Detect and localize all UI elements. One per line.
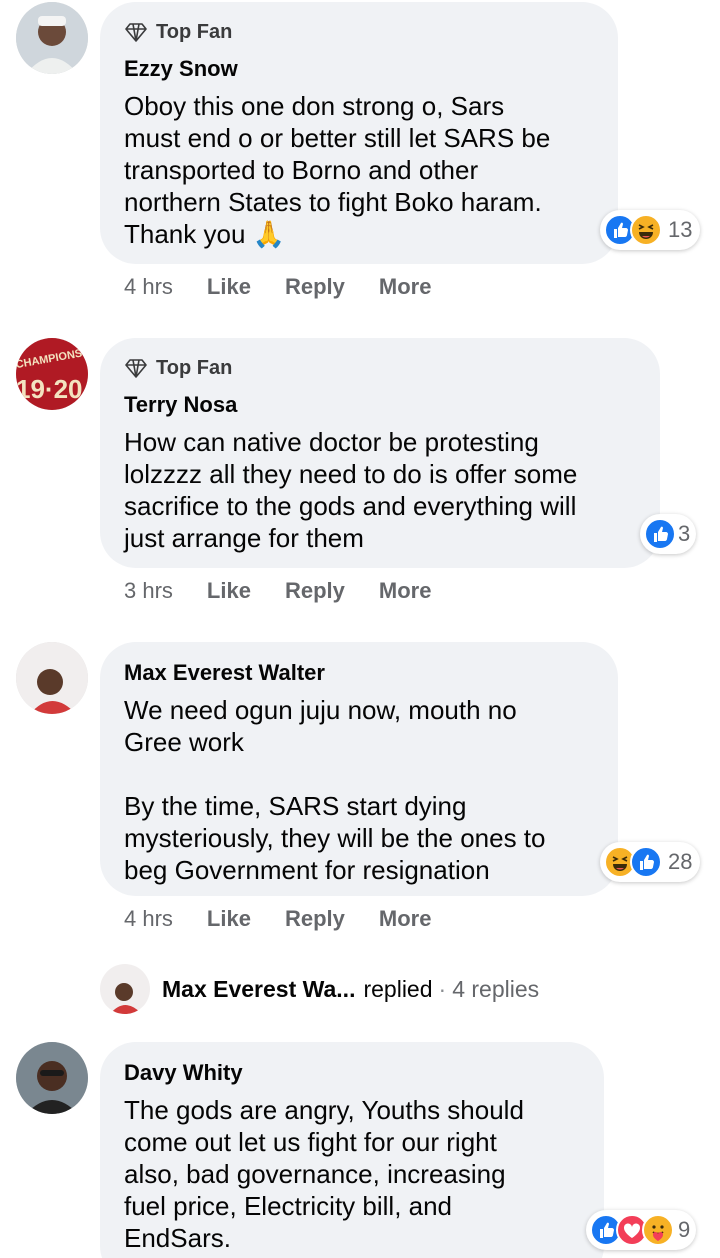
reaction-count: 9 <box>678 1217 691 1242</box>
folded-hands-emoji: 🙏 <box>252 219 286 249</box>
reply-count: 4 replies <box>452 975 540 1002</box>
thumbs-up-icon <box>644 518 676 550</box>
comment-author[interactable]: Ezzy Snow <box>124 56 594 82</box>
reaction-summary[interactable]: 28 <box>600 842 701 882</box>
timestamp[interactable]: 4 hrs <box>124 274 173 300</box>
reply-button[interactable]: Reply <box>285 274 345 300</box>
replied-label: replied <box>363 975 433 1002</box>
svg-text:19·20: 19·20 <box>16 374 83 404</box>
comment-actions: 4 hrs Like Reply More <box>124 272 431 302</box>
diamond-icon <box>125 359 147 378</box>
badge-label: Top Fan <box>156 20 233 43</box>
avatar[interactable] <box>16 642 88 714</box>
care-hug-icon <box>642 1214 674 1246</box>
comment-text: We need ogun juju now, mouth no Gree wor… <box>124 695 546 885</box>
comment-author[interactable]: Max Everest Walter <box>124 660 594 686</box>
comment-author[interactable]: Terry Nosa <box>124 392 636 418</box>
reaction-summary[interactable]: 9 <box>586 1210 697 1250</box>
more-button[interactable]: More <box>379 906 432 932</box>
like-button[interactable]: Like <box>207 578 251 604</box>
more-button[interactable]: More <box>379 578 432 604</box>
separator-dot: · <box>438 975 447 1002</box>
reply-author: Max Everest Wa... <box>162 975 356 1002</box>
comment-text: The gods are angry, Youths should come o… <box>124 1095 524 1253</box>
timestamp[interactable]: 3 hrs <box>124 578 173 604</box>
comment-bubble: Max Everest Walter We need ogun juju now… <box>100 642 618 896</box>
avatar[interactable] <box>16 2 88 74</box>
view-replies-row[interactable]: Max Everest Wa... replied · 4 replies <box>100 964 539 1014</box>
reaction-count: 3 <box>678 521 691 546</box>
like-button[interactable]: Like <box>207 906 251 932</box>
comment-text: Oboy this one don strong o, Sars must en… <box>124 91 551 249</box>
timestamp[interactable]: 4 hrs <box>124 906 173 932</box>
diamond-icon <box>125 23 147 42</box>
reaction-summary[interactable]: 13 <box>600 210 701 250</box>
comment-bubble: Davy Whity The gods are angry, Youths sh… <box>100 1042 604 1258</box>
comment-actions: 4 hrs Like Reply More <box>124 904 431 934</box>
reaction-count: 13 <box>668 217 693 242</box>
badge-label: Top Fan <box>156 356 233 379</box>
avatar[interactable]: CHAMPIONS 19·20 <box>16 338 88 410</box>
reply-button[interactable]: Reply <box>285 578 345 604</box>
reaction-summary[interactable]: 3 <box>640 514 697 554</box>
like-button[interactable]: Like <box>207 274 251 300</box>
comment-author[interactable]: Davy Whity <box>124 1060 580 1086</box>
top-fan-badge: Top Fan <box>124 356 636 380</box>
avatar[interactable] <box>16 1042 88 1114</box>
thumbs-up-icon <box>630 846 662 878</box>
reaction-count: 28 <box>668 849 693 874</box>
comment-text: How can native doctor be protesting lolz… <box>124 427 578 553</box>
more-button[interactable]: More <box>379 274 432 300</box>
comment-bubble: Top Fan Ezzy Snow Oboy this one don stro… <box>100 2 618 264</box>
reply-avatar <box>100 964 150 1014</box>
comment-actions: 3 hrs Like Reply More <box>124 576 431 606</box>
reply-button[interactable]: Reply <box>285 906 345 932</box>
comment-bubble: Top Fan Terry Nosa How can native doctor… <box>100 338 660 568</box>
top-fan-badge: Top Fan <box>124 20 594 44</box>
laughing-face-icon <box>630 214 662 246</box>
